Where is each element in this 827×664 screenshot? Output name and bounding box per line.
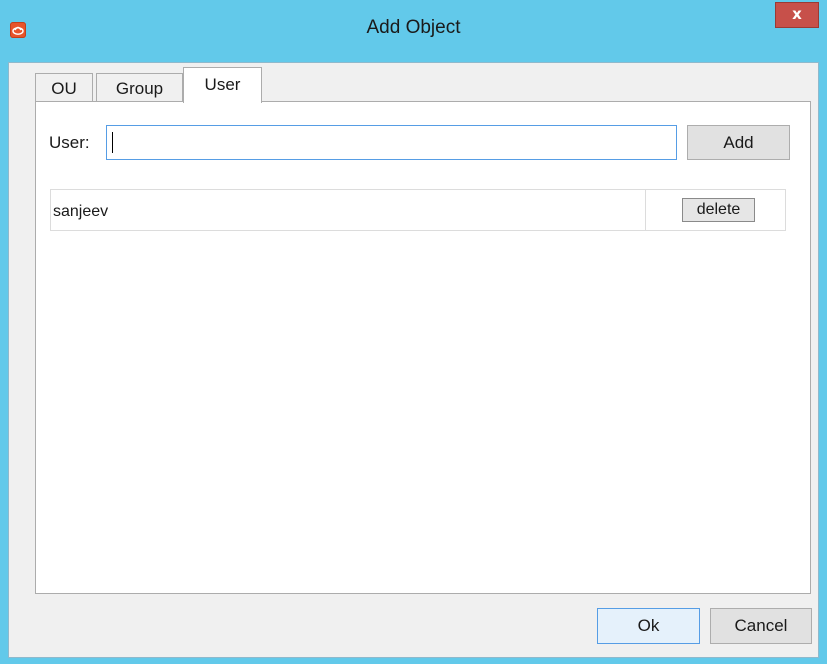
text-cursor	[112, 132, 113, 153]
user-input[interactable]	[106, 125, 677, 160]
add-button[interactable]: Add	[687, 125, 790, 160]
user-field-label: User:	[49, 133, 90, 152]
column-divider	[645, 190, 646, 230]
delete-button[interactable]: delete	[682, 198, 755, 222]
dialog-title: Add Object	[366, 17, 461, 38]
list-item: sanjeev delete	[51, 190, 785, 230]
user-name: sanjeev	[53, 203, 109, 220]
tab-user[interactable]: User	[183, 67, 262, 103]
title-bar[interactable]: Add Object x	[0, 0, 827, 62]
dialog-body: OU Group User User: Add sanjeev delete O…	[8, 62, 819, 658]
user-list: sanjeev delete	[50, 189, 786, 231]
close-button[interactable]: x	[775, 2, 819, 28]
cancel-button[interactable]: Cancel	[710, 608, 812, 644]
user-tab-panel: User: Add sanjeev delete	[35, 101, 811, 594]
ok-button[interactable]: Ok	[597, 608, 700, 644]
add-object-dialog: Add Object x OU Group User User: Add san…	[0, 0, 827, 664]
